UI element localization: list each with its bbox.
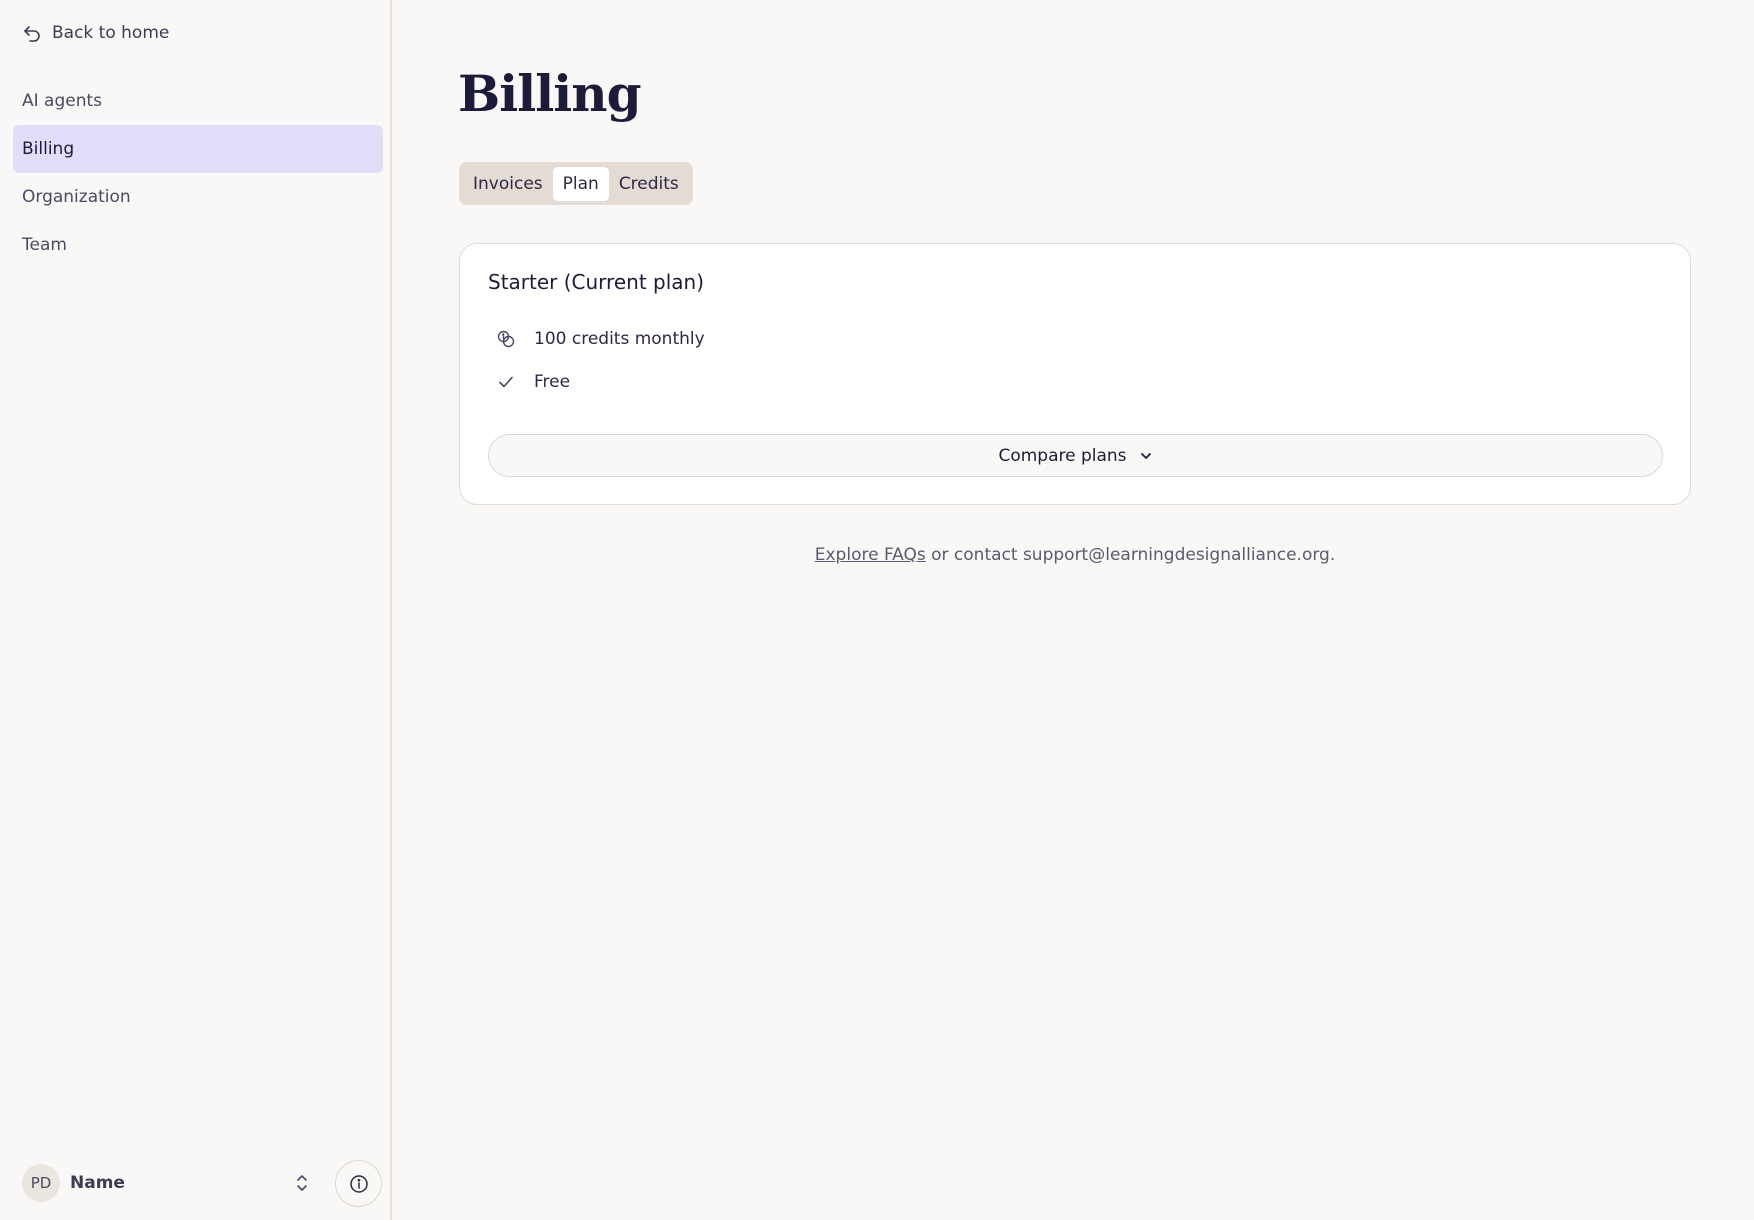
chevron-down-icon [1140, 452, 1151, 459]
back-to-home-link[interactable]: Back to home [22, 19, 169, 47]
help-note: Explore FAQs or contact support@learning… [393, 545, 1754, 565]
sidebar-item-label: AI agents [22, 91, 103, 111]
back-arrow-icon [24, 26, 40, 42]
contact-text: or contact support@learningdesignallianc… [925, 545, 1336, 565]
plan-feature-credits: 100 credits monthly [496, 329, 705, 349]
compare-plans-label: Compare plans [998, 445, 1127, 466]
tab-invoices[interactable]: Invoices [463, 167, 553, 201]
sidebar-item-team[interactable]: Team [13, 221, 383, 269]
avatar-initials: PD [30, 1174, 52, 1192]
plan-title: Starter (Current plan) [488, 270, 705, 294]
page-title: Billing [458, 64, 642, 123]
chevron-up-down-icon [297, 1175, 307, 1191]
sidebar: Back to home AI agents Billing Organizat… [0, 0, 392, 1220]
billing-tabs: Invoices Plan Credits [459, 162, 693, 205]
tab-credits[interactable]: Credits [609, 167, 689, 201]
sidebar-item-organization[interactable]: Organization [13, 173, 383, 221]
current-plan-card: Starter (Current plan) 100 credits month… [459, 243, 1691, 505]
info-icon [349, 1174, 368, 1193]
main-content: Billing Invoices Plan Credits Starter (C… [393, 0, 1754, 1220]
plan-feature-label: 100 credits monthly [534, 329, 705, 349]
back-to-home-label: Back to home [52, 23, 170, 43]
check-icon [499, 376, 513, 388]
explore-faqs-link[interactable]: Explore FAQs [815, 545, 926, 565]
info-button[interactable] [335, 1160, 382, 1207]
sidebar-item-label: Organization [22, 187, 131, 207]
sidebar-item-ai-agents[interactable]: AI agents [13, 77, 383, 125]
tab-plan[interactable]: Plan [552, 166, 609, 201]
plan-feature-price: Free [496, 372, 570, 392]
plan-feature-label: Free [534, 372, 571, 392]
sidebar-item-billing[interactable]: Billing [13, 125, 383, 173]
coins-icon [497, 330, 515, 348]
avatar: PD [22, 1164, 60, 1202]
sidebar-item-label: Team [22, 235, 67, 255]
sidebar-nav: AI agents Billing Organization Team [13, 77, 383, 269]
user-name: Name [70, 1173, 125, 1193]
compare-plans-button[interactable]: Compare plans [488, 434, 1663, 477]
user-switcher[interactable]: PD Name [22, 1163, 318, 1203]
app-root: Back to home AI agents Billing Organizat… [0, 0, 1754, 1220]
sidebar-item-label: Billing [22, 139, 75, 159]
